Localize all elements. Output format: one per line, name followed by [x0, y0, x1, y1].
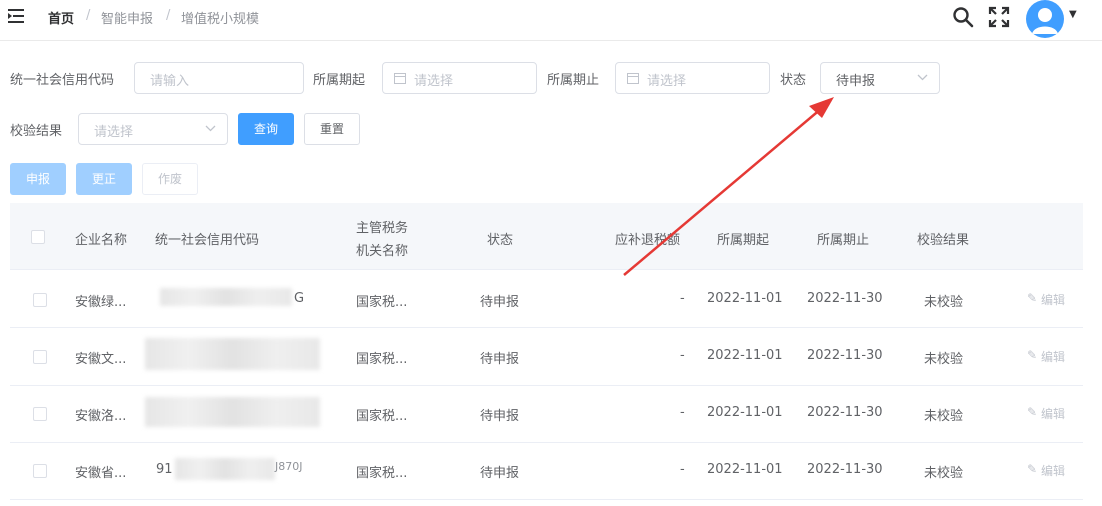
- cell-check-result: 未校验: [924, 409, 964, 424]
- cell-company: 安徽绿...: [75, 295, 127, 310]
- void-button[interactable]: 作废: [142, 163, 198, 195]
- cell-check-result: 未校验: [924, 352, 964, 367]
- caret-down-icon[interactable]: ▼: [1069, 9, 1077, 20]
- cell-tax-authority: 国家税...: [356, 352, 408, 367]
- correct-button[interactable]: 更正: [76, 163, 132, 195]
- cell-period-end: 2022-11-30: [807, 462, 883, 477]
- edit-link[interactable]: 编辑: [1041, 348, 1065, 365]
- cell-check-result: 未校验: [924, 295, 964, 310]
- breadcrumb-separator: /: [86, 8, 91, 23]
- cell-period-start: 2022-11-01: [707, 405, 783, 420]
- status-select[interactable]: 待申报: [820, 62, 940, 94]
- redacted-credit-code: [145, 338, 320, 370]
- query-button[interactable]: 查询: [238, 113, 294, 145]
- calendar-icon: [394, 73, 406, 84]
- row-checkbox[interactable]: [33, 293, 47, 307]
- period-start-placeholder: 请选择: [414, 74, 454, 89]
- select-all-checkbox[interactable]: [31, 230, 45, 244]
- user-avatar-icon[interactable]: [1026, 0, 1064, 38]
- cell-tax-authority: 国家税...: [356, 409, 408, 424]
- breadcrumb-home[interactable]: 首页: [48, 8, 74, 27]
- edit-icon[interactable]: ✎: [1027, 405, 1037, 419]
- table-row[interactable]: 安徽绿... G 国家税... 待申报 - 2022-11-01 2022-11…: [10, 270, 1083, 328]
- cell-refund: -: [680, 291, 685, 306]
- cell-period-end: 2022-11-30: [807, 348, 883, 363]
- cell-credit-code: G: [294, 291, 305, 306]
- redacted-credit-code: [160, 288, 292, 306]
- menu-fold-icon[interactable]: [8, 9, 24, 23]
- edit-link[interactable]: 编辑: [1041, 462, 1065, 479]
- cell-tax-authority: 国家税...: [356, 466, 408, 481]
- credit-code-label: 统一社会信用代码: [10, 73, 115, 88]
- table-header: 企业名称 统一社会信用代码 主管税务 机关名称 状态 应补退税额 所属期起 所属…: [10, 203, 1083, 270]
- cell-credit-code-tail: J870J: [275, 460, 303, 473]
- row-checkbox[interactable]: [33, 350, 47, 364]
- period-start-picker[interactable]: 请选择: [382, 62, 537, 94]
- cell-check-result: 未校验: [924, 466, 964, 481]
- cell-period-start: 2022-11-01: [707, 348, 783, 363]
- search-icon[interactable]: [952, 6, 974, 28]
- cell-credit-code: 91: [156, 462, 173, 477]
- credit-code-placeholder: 请输入: [150, 74, 190, 89]
- period-end-placeholder: 请选择: [647, 74, 687, 89]
- header-period-start: 所属期起: [717, 233, 770, 248]
- cell-status: 待申报: [480, 466, 520, 481]
- cell-period-start: 2022-11-01: [707, 462, 783, 477]
- header-company: 企业名称: [75, 233, 128, 248]
- period-start-label: 所属期起: [313, 73, 366, 88]
- header-check-result: 校验结果: [917, 233, 970, 248]
- row-checkbox[interactable]: [33, 407, 47, 421]
- status-label: 状态: [780, 73, 807, 88]
- breadcrumb-separator: /: [166, 8, 171, 23]
- cell-period-start: 2022-11-01: [707, 291, 783, 306]
- reset-button[interactable]: 重置: [304, 113, 360, 145]
- edit-icon[interactable]: ✎: [1027, 462, 1037, 476]
- header-tax-authority-line2: 机关名称: [356, 244, 409, 259]
- breadcrumb-level2[interactable]: 智能申报: [101, 8, 153, 27]
- credit-code-input[interactable]: 请输入: [134, 62, 304, 94]
- header-credit-code: 统一社会信用代码: [155, 233, 260, 248]
- header-refund: 应补退税额: [615, 233, 681, 248]
- header-status: 状态: [487, 233, 514, 248]
- cell-refund: -: [680, 348, 685, 363]
- cell-refund: -: [680, 405, 685, 420]
- declare-button[interactable]: 申报: [10, 163, 66, 195]
- chevron-down-icon: [205, 125, 216, 132]
- check-result-label: 校验结果: [10, 124, 63, 139]
- cell-status: 待申报: [480, 295, 520, 310]
- redacted-credit-code: [175, 458, 275, 480]
- cell-company: 安徽洛...: [75, 409, 127, 424]
- table-row[interactable]: 安徽文... 国家税... 待申报 - 2022-11-01 2022-11-3…: [10, 328, 1083, 386]
- period-end-label: 所属期止: [547, 73, 600, 88]
- breadcrumb-current: 增值税小规模: [181, 12, 260, 27]
- header-tax-authority-line1: 主管税务: [356, 221, 409, 236]
- edit-icon[interactable]: ✎: [1027, 348, 1037, 362]
- cell-status: 待申报: [480, 352, 520, 367]
- row-checkbox[interactable]: [33, 464, 47, 478]
- header-period-end: 所属期止: [817, 233, 870, 248]
- cell-status: 待申报: [480, 409, 520, 424]
- fullscreen-icon[interactable]: [988, 6, 1010, 28]
- edit-link[interactable]: 编辑: [1041, 291, 1065, 308]
- cell-tax-authority: 国家税...: [356, 295, 408, 310]
- cell-company: 安徽文...: [75, 352, 127, 367]
- chevron-down-icon: [917, 74, 928, 81]
- cell-company: 安徽省...: [75, 466, 127, 481]
- redacted-credit-code: [145, 397, 320, 427]
- cell-period-end: 2022-11-30: [807, 291, 883, 306]
- period-end-picker[interactable]: 请选择: [615, 62, 770, 94]
- cell-period-end: 2022-11-30: [807, 405, 883, 420]
- status-select-value: 待申报: [836, 74, 876, 89]
- calendar-icon: [627, 73, 639, 84]
- table-row[interactable]: 安徽省... 91 J870J 国家税... 待申报 - 2022-11-01 …: [10, 442, 1083, 500]
- edit-icon[interactable]: ✎: [1027, 291, 1037, 305]
- table-row[interactable]: 安徽洛... 国家税... 待申报 - 2022-11-01 2022-11-3…: [10, 385, 1083, 443]
- check-result-select[interactable]: 请选择: [78, 113, 228, 145]
- cell-refund: -: [680, 462, 685, 477]
- edit-link[interactable]: 编辑: [1041, 405, 1065, 422]
- check-result-placeholder: 请选择: [94, 125, 134, 140]
